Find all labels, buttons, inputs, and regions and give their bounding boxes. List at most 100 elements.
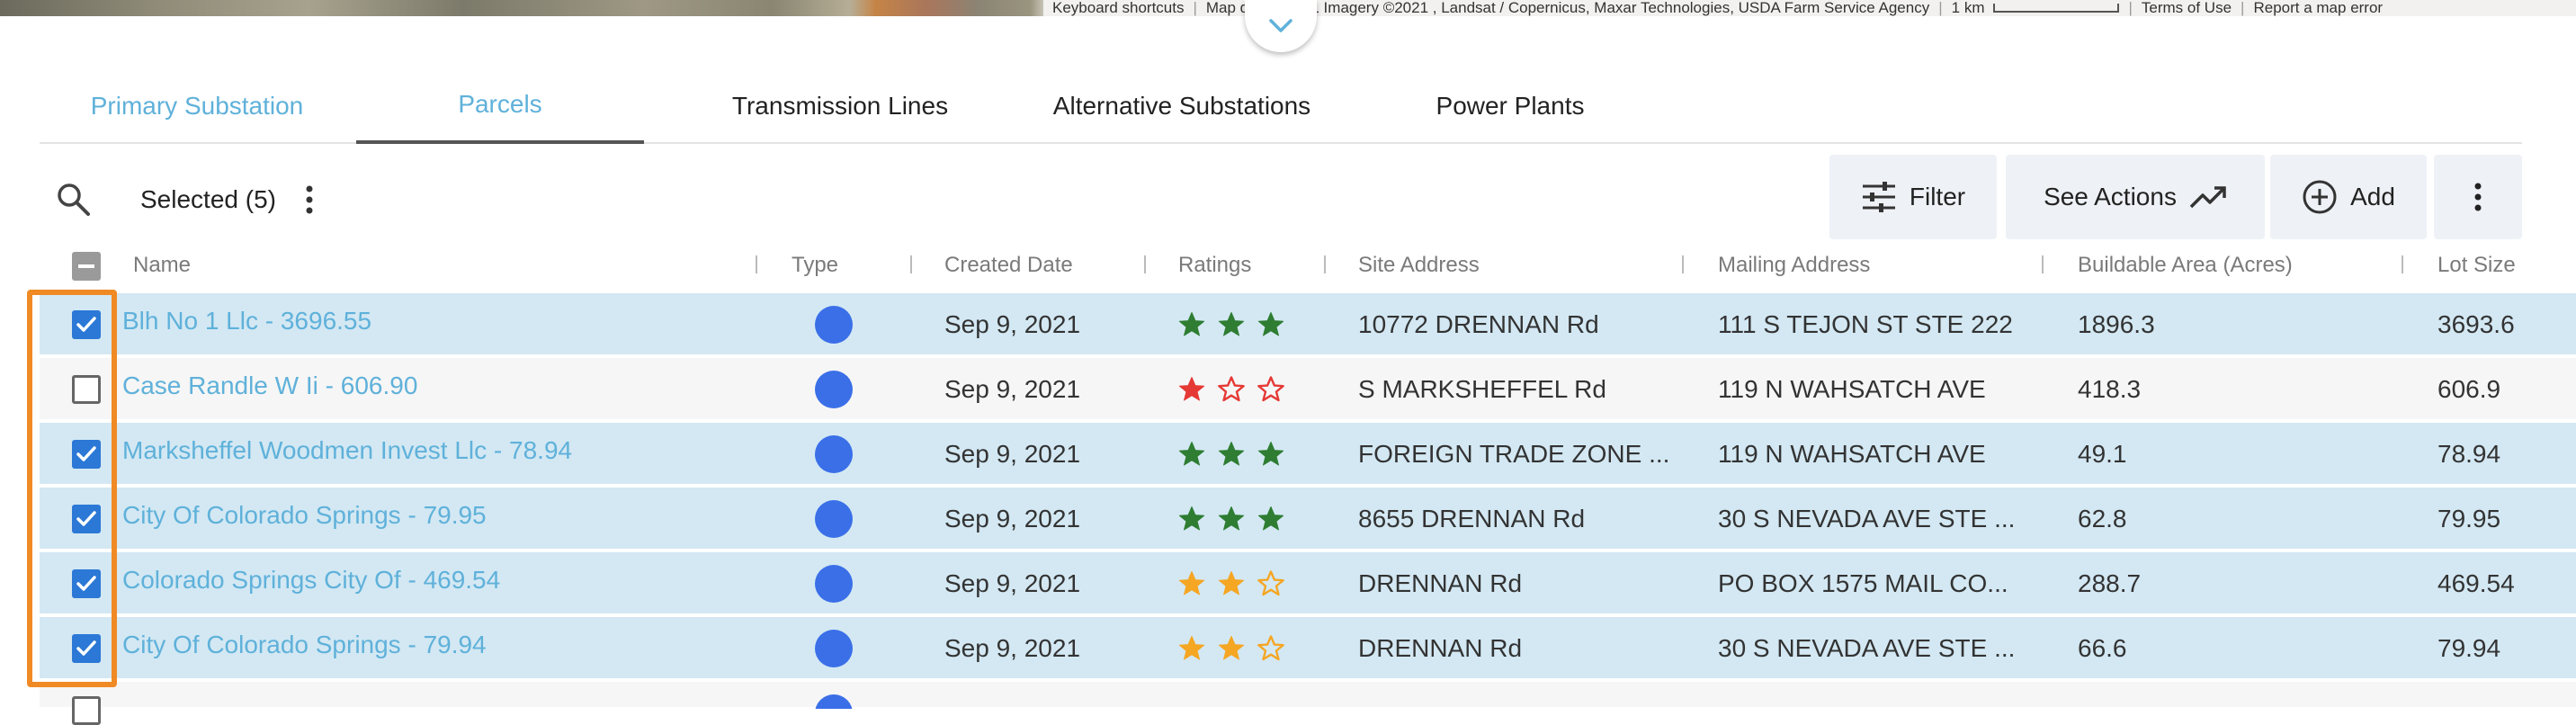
more-vertical-icon [306,185,313,214]
type-dot-icon [815,500,853,538]
star-outline-icon[interactable] [1257,376,1284,403]
lot-size: 79.95 [2437,505,2501,533]
row-checkbox[interactable] [72,375,101,404]
star-filled-icon[interactable] [1257,506,1284,533]
table-row[interactable]: Blh No 1 Llc - 3696.55 Sep 9, 2021 10772… [40,293,2576,356]
column-header-created-date[interactable]: Created Date [944,243,1073,288]
row-checkbox[interactable] [72,634,101,663]
tab-power-plants[interactable]: Power Plants [1362,68,1659,144]
column-header-type[interactable]: Type [792,243,838,288]
report-map-error-link[interactable]: Report a map error [2253,0,2383,15]
parcel-name-link[interactable]: Colorado Springs City Of - 469.54 [122,549,500,612]
tab-primary-substation[interactable]: Primary Substation [40,68,354,144]
rating-stars[interactable] [1178,488,1284,550]
column-resize-handle[interactable] [1682,255,1684,273]
star-outline-icon[interactable] [1257,635,1284,662]
created-date: Sep 9, 2021 [944,505,1081,533]
star-filled-icon[interactable] [1178,311,1205,338]
star-filled-icon[interactable] [1178,635,1205,662]
parcel-name-link[interactable]: Marksheffel Woodmen Invest Llc - 78.94 [122,419,572,482]
rating-stars[interactable] [1178,358,1284,421]
row-checkbox[interactable] [72,310,101,339]
filter-sliders-icon [1862,182,1895,212]
star-filled-icon[interactable] [1257,311,1284,338]
tab-transmission-lines[interactable]: Transmission Lines [669,68,1011,144]
lot-size: 78.94 [2437,440,2501,468]
column-header-buildable-area[interactable]: Buildable Area (Acres) [2078,243,2293,288]
add-button[interactable]: Add [2270,155,2427,239]
tab-alternative-substations[interactable]: Alternative Substations [1002,68,1362,144]
row-checkbox[interactable] [72,696,101,725]
column-resize-handle[interactable] [2042,255,2044,273]
table-row[interactable]: Marksheffel Woodmen Invest Llc - 78.94 S… [40,423,2576,486]
column-header-lot-size[interactable]: Lot Size [2437,243,2516,288]
keyboard-shortcuts-link[interactable]: Keyboard shortcuts [1052,0,1184,15]
column-resize-handle[interactable] [1144,255,1146,273]
checkmark-icon [76,511,96,526]
checkmark-icon [76,576,96,591]
buildable-area: 288.7 [2078,569,2142,597]
star-filled-icon[interactable] [1218,570,1245,597]
table-row[interactable]: City Of Colorado Springs - 79.94 Sep 9, … [40,617,2576,680]
star-outline-icon[interactable] [1257,570,1284,597]
column-header-ratings[interactable]: Ratings [1178,243,1251,288]
mailing-address: PO BOX 1575 MAIL CO... [1718,569,2008,597]
type-dot-icon [815,435,853,473]
created-date: Sep 9, 2021 [944,440,1081,468]
created-date: Sep 9, 2021 [944,310,1081,338]
parcel-name-link[interactable]: City Of Colorado Springs - 79.94 [122,613,487,676]
row-checkbox[interactable] [72,440,101,469]
selection-menu-button[interactable] [297,183,322,216]
column-resize-handle[interactable] [1324,255,1326,273]
terms-of-use-link[interactable]: Terms of Use [2142,0,2232,15]
mailing-address: 119 N WAHSATCH AVE [1718,375,1986,403]
parcel-name-link[interactable]: City Of Colorado Springs - 79.95 [122,484,487,547]
table-row[interactable]: Case Randle W Ii - 606.90 Sep 9, 2021 S … [40,358,2576,421]
star-filled-icon[interactable] [1178,570,1205,597]
column-resize-handle[interactable] [756,255,757,273]
rating-stars[interactable] [1178,293,1284,356]
parcel-name-link[interactable]: Blh No 1 Llc - 3696.55 [122,290,371,353]
column-header-site-address[interactable]: Site Address [1358,243,1480,288]
column-resize-handle[interactable] [910,255,912,273]
column-resize-handle[interactable] [2402,255,2403,273]
search-button[interactable] [54,180,94,219]
tab-parcels[interactable]: Parcels [356,68,644,144]
see-actions-button[interactable]: See Actions [2006,155,2265,239]
table-row[interactable]: City Of Colorado Springs - 79.95 Sep 9, … [40,488,2576,550]
type-indicator [815,488,853,550]
type-dot-icon [815,694,853,709]
parcel-name-link[interactable]: Case Randle W Ii - 606.90 [122,354,417,417]
type-dot-icon [815,306,853,344]
star-filled-icon[interactable] [1257,441,1284,468]
collapse-panel-button[interactable] [1245,0,1317,52]
more-options-button[interactable] [2434,155,2522,239]
star-filled-icon[interactable] [1218,441,1245,468]
star-filled-icon[interactable] [1218,635,1245,662]
rating-stars[interactable] [1178,552,1284,615]
star-filled-icon[interactable] [1178,441,1205,468]
row-checkbox[interactable] [72,505,101,533]
scale-bar [1993,4,2120,13]
checkmark-icon [76,640,96,656]
type-dot-icon [815,565,853,603]
star-filled-icon[interactable] [1178,506,1205,533]
star-filled-icon[interactable] [1178,376,1205,403]
table-header: Name Type Created Date Ratings Site Addr… [40,243,2522,288]
table-row[interactable]: Colorado Springs City Of - 469.54 Sep 9,… [40,552,2576,615]
star-filled-icon[interactable] [1218,311,1245,338]
star-filled-icon[interactable] [1218,506,1245,533]
rating-stars[interactable] [1178,423,1284,486]
row-checkbox[interactable] [72,569,101,598]
add-circle-icon [2303,180,2337,214]
column-header-name[interactable]: Name [133,243,191,288]
buildable-area: 62.8 [2078,505,2127,533]
type-indicator [815,293,853,356]
chevron-down-icon [1269,19,1292,32]
filter-button[interactable]: Filter [1829,155,1997,239]
mailing-address: 30 S NEVADA AVE STE ... [1718,505,2016,533]
rating-stars[interactable] [1178,617,1284,680]
scale-label: 1 km [1951,0,1985,16]
column-header-mailing-address[interactable]: Mailing Address [1718,243,1870,288]
star-outline-icon[interactable] [1218,376,1245,403]
